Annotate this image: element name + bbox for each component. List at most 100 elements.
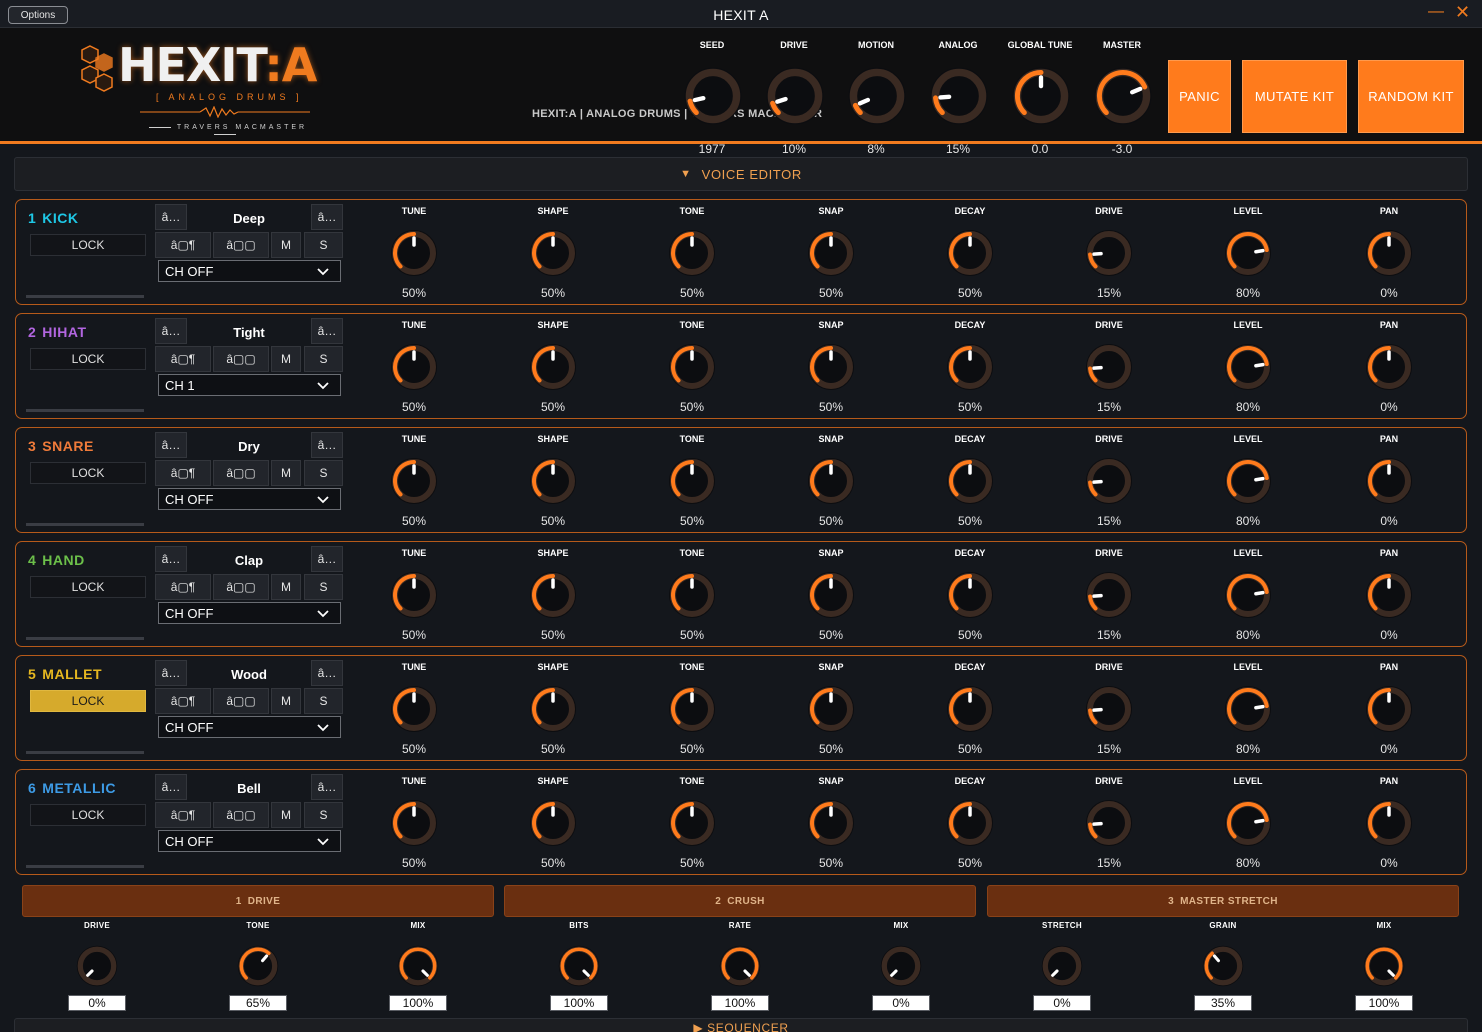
knob-value-field[interactable]: 0% <box>68 995 126 1011</box>
lock-button[interactable]: LOCK <box>30 348 146 370</box>
knob-dial[interactable] <box>389 228 439 278</box>
voice-scrollbar[interactable] <box>26 409 144 412</box>
play-button[interactable]: â▢¶ <box>155 574 211 600</box>
param-knob-drive[interactable]: DRIVE 15% <box>1059 774 1159 874</box>
param-knob-level[interactable]: LEVEL 80% <box>1198 660 1298 760</box>
fx-tab-crush[interactable]: 2 CRUSH <box>504 885 976 917</box>
param-knob-shape[interactable]: SHAPE 50% <box>503 204 603 304</box>
mute-button[interactable]: M <box>271 802 301 828</box>
param-knob-drive[interactable]: DRIVE 15% <box>1059 432 1159 532</box>
param-knob-decay[interactable]: DECAY 50% <box>920 546 1020 646</box>
param-knob-tone[interactable]: TONE 50% <box>642 204 742 304</box>
knob-wrap[interactable] <box>1223 570 1273 620</box>
global-knob-drive[interactable]: DRIVE 10% <box>754 40 834 156</box>
knob-dial[interactable] <box>1084 342 1134 392</box>
mute-button[interactable]: M <box>271 460 301 486</box>
knob-dial[interactable] <box>528 342 578 392</box>
knob-wrap[interactable] <box>928 65 990 127</box>
param-knob-tone[interactable]: TONE 50% <box>642 660 742 760</box>
knob-dial[interactable] <box>667 456 717 506</box>
knob-dial[interactable] <box>528 570 578 620</box>
fx-tab-master-stretch[interactable]: 3 MASTER STRETCH <box>987 885 1459 917</box>
knob-dial[interactable] <box>1223 342 1273 392</box>
knob-dial[interactable] <box>945 798 995 848</box>
fx-knob-grain[interactable]: GRAIN 35% <box>1173 921 1273 1013</box>
knob-wrap[interactable] <box>1084 456 1134 506</box>
solo-button[interactable]: S <box>304 574 343 600</box>
param-knob-shape[interactable]: SHAPE 50% <box>503 432 603 532</box>
preset-prev-button[interactable]: â… <box>155 204 187 230</box>
knob-dial[interactable] <box>667 228 717 278</box>
fx-knob-drive[interactable]: DRIVE 0% <box>47 921 147 1013</box>
sequence-button[interactable]: â▢▢ <box>213 232 269 258</box>
knob-wrap[interactable] <box>945 798 995 848</box>
param-knob-pan[interactable]: PAN 0% <box>1339 432 1439 532</box>
knob-dial[interactable] <box>764 65 826 127</box>
mutate-kit-button[interactable]: MUTATE KIT <box>1242 60 1347 133</box>
knob-dial[interactable] <box>396 944 440 988</box>
knob-wrap[interactable] <box>806 570 856 620</box>
knob-wrap[interactable] <box>667 684 717 734</box>
knob-value-field[interactable]: 35% <box>1194 995 1252 1011</box>
param-knob-pan[interactable]: PAN 0% <box>1339 318 1439 418</box>
knob-wrap[interactable] <box>945 684 995 734</box>
preset-next-button[interactable]: â… <box>311 432 343 458</box>
knob-value-field[interactable]: 65% <box>229 995 287 1011</box>
knob-wrap[interactable] <box>528 798 578 848</box>
param-knob-pan[interactable]: PAN 0% <box>1339 204 1439 304</box>
knob-wrap[interactable] <box>389 798 439 848</box>
knob-value-field[interactable]: 0% <box>1033 995 1091 1011</box>
knob-wrap[interactable] <box>667 456 717 506</box>
knob-dial[interactable] <box>945 684 995 734</box>
sequence-button[interactable]: â▢▢ <box>213 346 269 372</box>
knob-value-field[interactable]: 100% <box>711 995 769 1011</box>
knob-value-field[interactable]: 100% <box>550 995 608 1011</box>
knob-wrap[interactable] <box>667 798 717 848</box>
knob-wrap[interactable] <box>236 944 280 988</box>
knob-wrap[interactable] <box>1223 456 1273 506</box>
voice-scrollbar[interactable] <box>26 751 144 754</box>
knob-dial[interactable] <box>667 684 717 734</box>
lock-button[interactable]: LOCK <box>30 804 146 826</box>
knob-dial[interactable] <box>1223 456 1273 506</box>
knob-dial[interactable] <box>667 342 717 392</box>
knob-wrap[interactable] <box>806 456 856 506</box>
mute-button[interactable]: M <box>271 688 301 714</box>
knob-dial[interactable] <box>1223 798 1273 848</box>
knob-dial[interactable] <box>1223 228 1273 278</box>
param-knob-tone[interactable]: TONE 50% <box>642 546 742 646</box>
param-knob-tune[interactable]: TUNE 50% <box>364 318 464 418</box>
knob-wrap[interactable] <box>389 228 439 278</box>
knob-wrap[interactable] <box>1084 684 1134 734</box>
param-knob-tone[interactable]: TONE 50% <box>642 432 742 532</box>
lock-button[interactable]: LOCK <box>30 690 146 712</box>
param-knob-drive[interactable]: DRIVE 15% <box>1059 318 1159 418</box>
solo-button[interactable]: S <box>304 802 343 828</box>
close-icon[interactable]: ✕ <box>1455 2 1470 23</box>
knob-dial[interactable] <box>718 944 762 988</box>
knob-wrap[interactable] <box>528 456 578 506</box>
knob-dial[interactable] <box>1084 798 1134 848</box>
knob-wrap[interactable] <box>528 684 578 734</box>
knob-wrap[interactable] <box>1364 228 1414 278</box>
knob-wrap[interactable] <box>945 228 995 278</box>
play-button[interactable]: â▢¶ <box>155 688 211 714</box>
voice-scrollbar[interactable] <box>26 865 144 868</box>
sequence-button[interactable]: â▢▢ <box>213 802 269 828</box>
param-knob-shape[interactable]: SHAPE 50% <box>503 774 603 874</box>
midi-channel-select[interactable]: CH OFF <box>158 602 341 624</box>
preset-next-button[interactable]: â… <box>311 660 343 686</box>
preset-prev-button[interactable]: â… <box>155 432 187 458</box>
knob-wrap[interactable] <box>718 944 762 988</box>
param-knob-tune[interactable]: TUNE 50% <box>364 432 464 532</box>
play-button[interactable]: â▢¶ <box>155 232 211 258</box>
knob-dial[interactable] <box>1010 65 1072 127</box>
param-knob-shape[interactable]: SHAPE 50% <box>503 546 603 646</box>
knob-wrap[interactable] <box>1084 228 1134 278</box>
knob-wrap[interactable] <box>1040 944 1084 988</box>
knob-dial[interactable] <box>528 456 578 506</box>
knob-dial[interactable] <box>1364 456 1414 506</box>
param-knob-level[interactable]: LEVEL 80% <box>1198 432 1298 532</box>
preset-prev-button[interactable]: â… <box>155 660 187 686</box>
knob-wrap[interactable] <box>1364 342 1414 392</box>
